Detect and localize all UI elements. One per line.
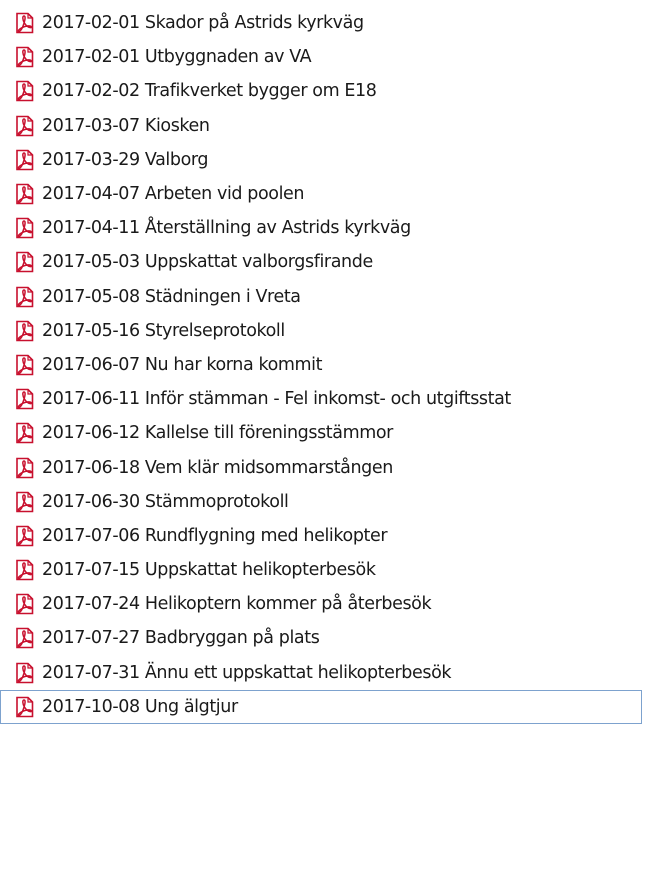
file-item[interactable]: 2017-06-12 Kallelse till föreningsstämmo… [0, 416, 646, 450]
pdf-file-icon [14, 46, 35, 68]
file-item[interactable]: 2017-02-02 Trafikverket bygger om E18 [0, 74, 646, 108]
pdf-file-icon [14, 525, 35, 547]
file-name: 2017-02-02 Trafikverket bygger om E18 [42, 81, 377, 102]
file-name: 2017-07-31 Ännu ett uppskattat helikopte… [42, 662, 452, 683]
file-item[interactable]: 2017-04-11 Återställning av Astrids kyrk… [0, 211, 646, 245]
file-item[interactable]: 2017-06-11 Inför stämman - Fel inkomst- … [0, 382, 646, 416]
file-name: 2017-02-01 Skador på Astrids kyrkväg [42, 13, 364, 34]
file-name: 2017-07-24 Helikoptern kommer på återbes… [42, 594, 432, 615]
pdf-file-icon [14, 354, 35, 376]
file-item[interactable]: 2017-04-07 Arbeten vid poolen [0, 177, 646, 211]
pdf-file-icon [14, 559, 35, 581]
file-name: 2017-10-08 Ung älgtjur [42, 696, 238, 717]
file-name: 2017-02-01 Utbyggnaden av VA [42, 47, 312, 68]
pdf-file-icon [14, 115, 35, 137]
file-name: 2017-05-08 Städningen i Vreta [42, 286, 301, 307]
file-item-focused[interactable]: 2017-10-08 Ung älgtjur [0, 689, 642, 724]
file-name: 2017-07-06 Rundflygning med helikopter [42, 525, 388, 546]
pdf-file-icon [14, 251, 35, 273]
pdf-file-icon [14, 627, 35, 649]
pdf-file-icon [14, 80, 35, 102]
file-name: 2017-03-29 Valborg [42, 149, 209, 170]
file-item[interactable]: 2017-06-18 Vem klär midsommarstången [0, 450, 646, 484]
file-item[interactable]: 2017-02-01 Utbyggnaden av VA [0, 40, 646, 74]
file-name: 2017-03-07 Kiosken [42, 115, 210, 136]
pdf-file-icon [14, 593, 35, 615]
file-name: 2017-04-07 Arbeten vid poolen [42, 184, 305, 205]
file-item[interactable]: 2017-05-08 Städningen i Vreta [0, 280, 646, 314]
file-item[interactable]: 2017-03-07 Kiosken [0, 109, 646, 143]
file-item[interactable]: 2017-07-27 Badbryggan på plats [0, 621, 646, 655]
pdf-file-icon [14, 320, 35, 342]
file-item[interactable]: 2017-06-07 Nu har korna kommit [0, 348, 646, 382]
file-item[interactable]: 2017-07-31 Ännu ett uppskattat helikopte… [0, 656, 646, 690]
file-name: 2017-04-11 Återställning av Astrids kyrk… [42, 218, 411, 239]
file-name: 2017-05-03 Uppskattat valborgsfirande [42, 252, 373, 273]
pdf-file-icon [14, 662, 35, 684]
file-name: 2017-07-15 Uppskattat helikopterbesök [42, 560, 376, 581]
file-name: 2017-06-12 Kallelse till föreningsstämmo… [42, 423, 393, 444]
file-name: 2017-06-11 Inför stämman - Fel inkomst- … [42, 389, 511, 410]
pdf-file-icon [14, 217, 35, 239]
file-item[interactable]: 2017-07-06 Rundflygning med helikopter [0, 519, 646, 553]
file-list: 2017-02-01 Skador på Astrids kyrkväg 201… [0, 0, 646, 884]
file-name: 2017-07-27 Badbryggan på plats [42, 628, 320, 649]
file-name: 2017-06-07 Nu har korna kommit [42, 354, 323, 375]
file-item[interactable]: 2017-05-03 Uppskattat valborgsfirande [0, 245, 646, 279]
file-item[interactable]: 2017-07-15 Uppskattat helikopterbesök [0, 553, 646, 587]
pdf-file-icon [14, 696, 35, 718]
file-item[interactable]: 2017-07-24 Helikoptern kommer på återbes… [0, 587, 646, 621]
pdf-file-icon [14, 388, 35, 410]
file-item[interactable]: 2017-05-16 Styrelseprotokoll [0, 314, 646, 348]
pdf-file-icon [14, 149, 35, 171]
file-item[interactable]: 2017-03-29 Valborg [0, 143, 646, 177]
pdf-file-icon [14, 12, 35, 34]
file-name: 2017-06-30 Stämmoprotokoll [42, 491, 289, 512]
file-name: 2017-05-16 Styrelseprotokoll [42, 320, 285, 341]
file-item[interactable]: 2017-02-01 Skador på Astrids kyrkväg [0, 6, 646, 40]
pdf-file-icon [14, 422, 35, 444]
file-item[interactable]: 2017-06-30 Stämmoprotokoll [0, 485, 646, 519]
pdf-file-icon [14, 457, 35, 479]
pdf-file-icon [14, 491, 35, 513]
file-name: 2017-06-18 Vem klär midsommarstången [42, 457, 393, 478]
pdf-file-icon [14, 183, 35, 205]
pdf-file-icon [14, 286, 35, 308]
